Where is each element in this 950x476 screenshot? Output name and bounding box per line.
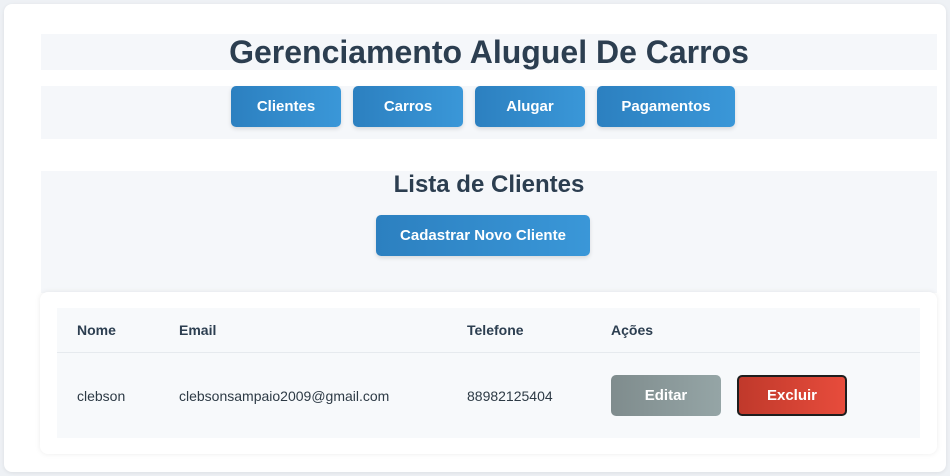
table-row: clebson clebsonsampaio2009@gmail.com 889… bbox=[57, 353, 920, 439]
nav-button-alugar[interactable]: Alugar bbox=[475, 86, 585, 127]
cell-acoes: Editar Excluir bbox=[611, 353, 920, 439]
clients-table: Nome Email Telefone Ações clebson clebso… bbox=[57, 308, 920, 438]
page-title: Gerenciamento Aluguel De Carros bbox=[229, 34, 749, 70]
cell-nome: clebson bbox=[77, 387, 126, 404]
delete-button[interactable]: Excluir bbox=[737, 375, 847, 416]
clients-section: Lista de Clientes Cadastrar Novo Cliente bbox=[41, 171, 937, 293]
section-title: Lista de Clientes bbox=[393, 171, 585, 198]
header-band: Gerenciamento Aluguel De Carros bbox=[41, 34, 937, 70]
table-header-row: Nome Email Telefone Ações bbox=[57, 308, 920, 353]
cell-telefone: 88982125404 bbox=[467, 387, 553, 404]
column-header-email: Email bbox=[179, 308, 467, 353]
nav-bar: Clientes Carros Alugar Pagamentos bbox=[41, 86, 937, 139]
nav-button-pagamentos[interactable]: Pagamentos bbox=[597, 86, 735, 127]
main-card: Gerenciamento Aluguel De Carros Clientes… bbox=[4, 4, 946, 472]
column-header-nome: Nome bbox=[57, 308, 179, 353]
add-client-button[interactable]: Cadastrar Novo Cliente bbox=[376, 215, 590, 256]
nav-button-clientes[interactable]: Clientes bbox=[231, 86, 341, 127]
column-header-telefone: Telefone bbox=[467, 308, 611, 353]
clients-table-card: Nome Email Telefone Ações clebson clebso… bbox=[40, 292, 937, 454]
cell-email: clebsonsampaio2009@gmail.com bbox=[179, 387, 390, 404]
column-header-acoes: Ações bbox=[611, 308, 920, 353]
nav-button-carros[interactable]: Carros bbox=[353, 86, 463, 127]
edit-button[interactable]: Editar bbox=[611, 375, 721, 416]
